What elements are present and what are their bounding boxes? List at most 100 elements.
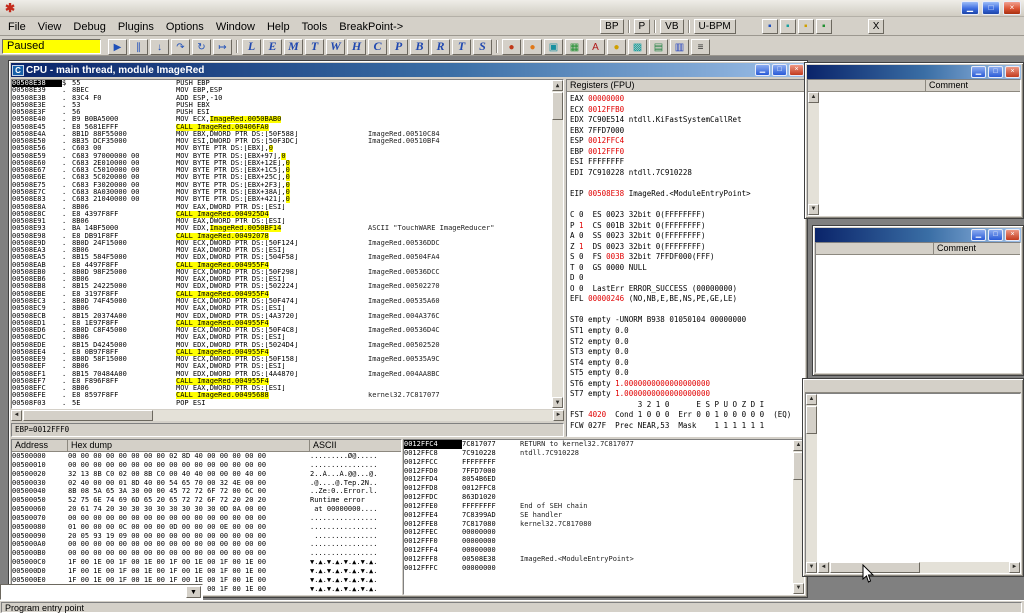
registers-pane[interactable]: Registers (FPU) EAX 00000000ECX 0012FFB0… <box>566 79 805 437</box>
disasm-row[interactable]: 00508E3F.56PUSH ESI <box>12 109 552 116</box>
disasm-row[interactable]: 00508E67.C683 C5010000 00MOV BYTE PTR DS… <box>12 167 552 174</box>
disasm-row[interactable]: 00508EF7.E8 F896F8FFCALL ImageRed.004955… <box>12 378 552 385</box>
threads-window-button[interactable]: T <box>305 39 324 55</box>
side-window-1-close-button[interactable]: × <box>1005 66 1020 78</box>
stack-row[interactable]: 0012FFF000000000 <box>404 537 793 546</box>
scroll-right-icon[interactable]: ► <box>1009 562 1020 573</box>
side-window-3-titlebar[interactable] <box>805 381 1021 393</box>
side-window-2-body[interactable]: Comment <box>815 242 1021 373</box>
dump-col-ascii[interactable]: ASCII <box>310 440 401 451</box>
dump-row[interactable]: 0050001000 00 00 00 00 00 00 00 00 00 00… <box>12 461 401 470</box>
dump-row[interactable]: 0050000000 00 00 00 00 00 00 00 02 8D 40… <box>12 452 401 461</box>
scroll-thumb[interactable] <box>552 92 563 120</box>
scroll-up-icon[interactable]: ▲ <box>552 80 563 91</box>
run-button[interactable]: ▶ <box>108 39 127 55</box>
disasm-row[interactable]: 00508EFC.8B06MOV EAX,DWORD PTR DS:[ESI] <box>12 385 552 392</box>
scroll-thumb[interactable] <box>23 410 153 421</box>
side-window-2-titlebar[interactable]: ▁ □ × <box>815 228 1021 242</box>
dump-row[interactable]: 0050009020 05 93 19 09 00 00 00 00 00 00… <box>12 532 401 541</box>
plugin-grid-icon[interactable]: ▤ <box>649 39 668 55</box>
menu-breakpoint[interactable]: BreakPoint-> <box>333 20 409 34</box>
register-line[interactable]: EIP 00508E38 ImageRed.<ModuleEntryPoint> <box>570 189 801 200</box>
stack-row[interactable]: 0012FFE0FFFFFFFFEnd of SEH chain <box>404 502 793 511</box>
command-combobox[interactable]: ▼ <box>0 584 203 600</box>
disasm-row[interactable]: 00508E40.B9 B0BA5000MOV ECX,ImageRed.005… <box>12 116 552 123</box>
register-line[interactable]: P 1 CS 001B 32bit 0(FFFFFFFF) <box>570 221 801 232</box>
register-line[interactable]: T 0 GS 0000 NULL <box>570 263 801 274</box>
register-line[interactable] <box>570 305 801 316</box>
disasm-row[interactable]: 00508E6E.C683 5C020000 00MOV BYTE PTR DS… <box>12 174 552 181</box>
menu-view[interactable]: View <box>32 20 68 34</box>
cpu-close-button[interactable]: × <box>789 64 804 76</box>
side-window-3-body[interactable]: ▲ ▼ ◄ ► <box>805 393 1021 574</box>
stack-row[interactable]: 0012FFE87C817080kernel32.7C817080 <box>404 520 793 529</box>
stack-row[interactable]: 0012FFF400000000 <box>404 546 793 555</box>
step-over-button[interactable]: ↷ <box>171 39 190 55</box>
disasm-row[interactable]: 00508E9D.8B0D 24F15000MOV ECX,DWORD PTR … <box>12 240 552 247</box>
disasm-row[interactable]: 00508E3E.53PUSH EBX <box>12 102 552 109</box>
run-to-return-button[interactable]: ↦ <box>213 39 232 55</box>
register-line[interactable]: A 0 SS 0023 32bit 0(FFFFFFFF) <box>570 231 801 242</box>
maximize-button[interactable]: □ <box>982 1 1000 15</box>
dump-pane[interactable]: Address Hex dump ASCII 0050000000 00 00 … <box>11 439 402 595</box>
disasm-row[interactable]: 00508E50.8B35 DCF35000MOV ESI,DWORD PTR … <box>12 138 552 145</box>
menu-plugins[interactable]: Plugins <box>112 20 160 34</box>
disassembly-pane[interactable]: 00508E38$55PUSH EBP00508E39.8BECMOV EBP,… <box>11 79 564 409</box>
disasm-row[interactable]: 00508EEF.8B06MOV EAX,DWORD PTR DS:[ESI] <box>12 363 552 370</box>
side-window-1-titlebar[interactable]: ▁ □ × <box>807 65 1021 79</box>
scroll-right-icon[interactable]: ► <box>553 410 564 421</box>
disasm-row[interactable]: 00508EDE.8B15 D4245000MOV EDX,DWORD PTR … <box>12 342 552 349</box>
side-window-3-hscrollbar[interactable]: ◄ ► <box>818 562 1020 573</box>
disasm-row[interactable]: 00508E93.BA 14BF5000MOV EDX,ImageRed.005… <box>12 225 552 232</box>
register-line[interactable]: C 0 ES 0023 32bit 0(FFFFFFFF) <box>570 210 801 221</box>
disasm-row[interactable]: 00508EAB.E8 4497F8FFCALL ImageRed.004955… <box>12 262 552 269</box>
disasm-row[interactable]: 00508EA3.8B06MOV EAX,DWORD PTR DS:[ESI] <box>12 247 552 254</box>
disasm-row[interactable]: 00508EDC.8B06MOV EAX,DWORD PTR DS:[ESI] <box>12 334 552 341</box>
side-window-1-body[interactable]: Comment ▲ ▼ <box>807 79 1021 216</box>
register-line[interactable] <box>570 199 801 210</box>
side-window-2[interactable]: ▁ □ × Comment <box>812 225 1024 376</box>
scroll-down-icon[interactable]: ▼ <box>552 397 563 408</box>
menu-options[interactable]: Options <box>160 20 210 34</box>
disasm-vscrollbar[interactable]: ▲ ▼ <box>552 80 563 408</box>
disasm-row[interactable]: 00508EFE.E8 8597F8FFCALL ImageRed.004956… <box>12 392 552 399</box>
dump-row[interactable]: 005000A000 00 00 00 00 00 00 00 00 00 00… <box>12 540 401 549</box>
pause-button[interactable]: ∥ <box>129 39 148 55</box>
disasm-row[interactable]: 00508ED6.8B0D C8F45000MOV ECX,DWORD PTR … <box>12 327 552 334</box>
register-line[interactable] <box>570 178 801 189</box>
side-window-1[interactable]: ▁ □ × Comment ▲ ▼ <box>804 62 1024 219</box>
menu-plugin-icon-4[interactable]: ▪ <box>816 19 832 34</box>
side-window-2-minimize-button[interactable]: ▁ <box>971 229 986 241</box>
vb-plugin-button[interactable]: VB <box>660 19 683 34</box>
menu-plugin-icon-2[interactable]: ▪ <box>780 19 796 34</box>
dump-row[interactable]: 0050007000 00 00 00 00 00 00 00 00 00 00… <box>12 514 401 523</box>
stack-row[interactable]: 0012FFEC00000000 <box>404 528 793 537</box>
windows-window-button[interactable]: W <box>326 39 345 55</box>
plugin-cyan-icon[interactable]: ▩ <box>628 39 647 55</box>
cpu-window[interactable]: C CPU - main thread, module ImageRed ▁ □… <box>8 60 808 598</box>
cpu-window-button[interactable]: C <box>368 39 387 55</box>
patches-window-button[interactable]: P <box>389 39 408 55</box>
dump-row[interactable]: 0050002032 13 8B C0 02 00 8B C0 00 40 40… <box>12 470 401 479</box>
menu-file[interactable]: File <box>2 20 32 34</box>
bp-plugin-button[interactable]: BP <box>600 19 623 34</box>
disasm-row[interactable]: 00508E59.C683 97000000 00MOV BYTE PTR DS… <box>12 153 552 160</box>
dump-row[interactable]: 0050008001 00 00 00 0C 00 00 00 0D 00 00… <box>12 523 401 532</box>
cpu-minimize-button[interactable]: ▁ <box>755 64 770 76</box>
plugin-toolbar-close-button[interactable]: X <box>868 19 885 34</box>
breakpoint-red-icon[interactable]: ● <box>502 39 521 55</box>
dump-row[interactable]: 0050006020 61 74 20 30 30 30 30 30 30 30… <box>12 505 401 514</box>
disasm-row[interactable]: 00508EC9.8B06MOV EAX,DWORD PTR DS:[ESI] <box>12 305 552 312</box>
register-line[interactable]: ST7 empty 1.0000000000000000000 <box>570 389 801 400</box>
stack-row[interactable]: 0012FFC87C910228ntdll.7C910228 <box>404 449 793 458</box>
log-window-button[interactable]: L <box>242 39 261 55</box>
register-line[interactable]: ST4 empty 0.0 <box>570 358 801 369</box>
plugin-yellow-icon[interactable]: ● <box>607 39 626 55</box>
disasm-row[interactable]: 00508E91.8B06MOV EAX,DWORD PTR DS:[ESI] <box>12 218 552 225</box>
scroll-thumb[interactable] <box>806 406 817 434</box>
register-line[interactable]: Z 1 DS 0023 32bit 0(FFFFFFFF) <box>570 242 801 253</box>
stack-row[interactable]: 0012FFFC00000000 <box>404 564 793 573</box>
ubpm-plugin-button[interactable]: U-BPM <box>694 19 736 34</box>
column-blank[interactable] <box>808 80 926 91</box>
register-line[interactable]: FCW 027F Prec NEAR,53 Mask 1 1 1 1 1 1 <box>570 421 801 432</box>
